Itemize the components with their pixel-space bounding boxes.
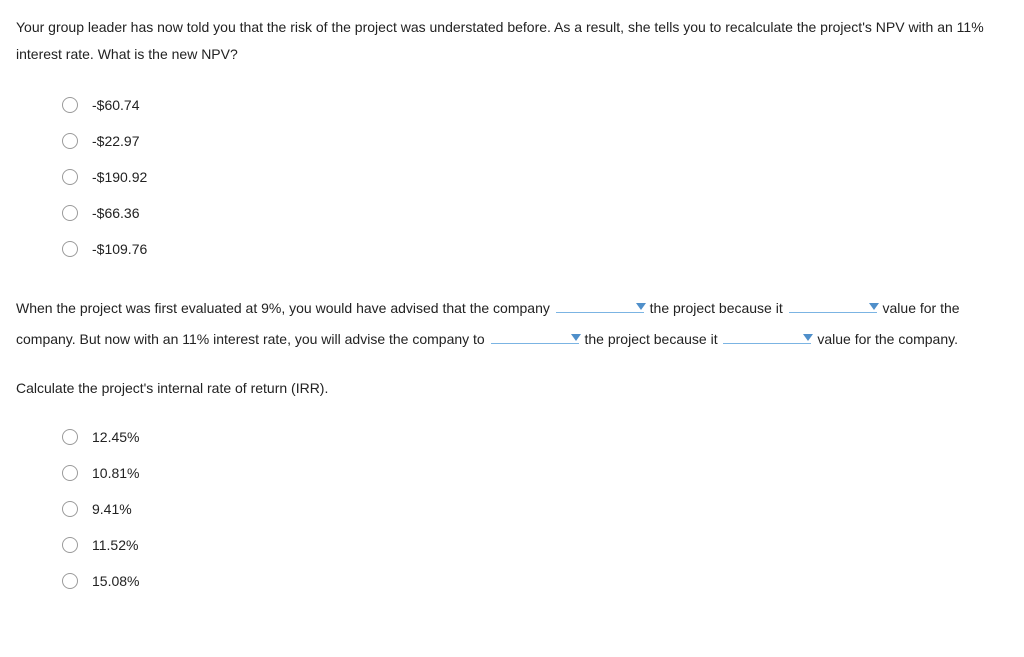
radio-icon <box>62 205 78 221</box>
radio-option[interactable]: 15.08% <box>62 563 1008 599</box>
chevron-down-icon <box>571 334 581 341</box>
option-label: -$22.97 <box>92 128 139 155</box>
option-label: 10.81% <box>92 460 139 487</box>
radio-icon <box>62 429 78 445</box>
q2-text-5: value for the company. <box>817 331 958 347</box>
q3-options: 12.45% 10.81% 9.41% 11.52% 15.08% <box>16 419 1008 599</box>
radio-option[interactable]: -$109.76 <box>62 231 1008 267</box>
q2-fill-paragraph: When the project was first evaluated at … <box>16 293 1008 355</box>
radio-icon <box>62 465 78 481</box>
option-label: 15.08% <box>92 568 139 595</box>
q2-text-4: the project because it <box>585 331 722 347</box>
chevron-down-icon <box>869 303 879 310</box>
option-label: -$109.76 <box>92 236 147 263</box>
radio-icon <box>62 133 78 149</box>
option-label: -$66.36 <box>92 200 139 227</box>
q1-prompt: Your group leader has now told you that … <box>16 14 1008 67</box>
dropdown-blank-3[interactable] <box>491 343 579 344</box>
dropdown-blank-1[interactable] <box>556 312 644 313</box>
option-label: -$60.74 <box>92 92 139 119</box>
q1-options: -$60.74 -$22.97 -$190.92 -$66.36 -$109.7… <box>16 87 1008 267</box>
radio-option[interactable]: 12.45% <box>62 419 1008 455</box>
radio-icon <box>62 241 78 257</box>
radio-option[interactable]: 11.52% <box>62 527 1008 563</box>
dropdown-blank-2[interactable] <box>789 312 877 313</box>
option-label: 11.52% <box>92 532 138 559</box>
q2-text-1: When the project was first evaluated at … <box>16 300 554 316</box>
radio-option[interactable]: 9.41% <box>62 491 1008 527</box>
chevron-down-icon <box>803 334 813 341</box>
radio-icon <box>62 501 78 517</box>
radio-option[interactable]: -$22.97 <box>62 123 1008 159</box>
chevron-down-icon <box>636 303 646 310</box>
radio-icon <box>62 97 78 113</box>
radio-option[interactable]: -$66.36 <box>62 195 1008 231</box>
radio-option[interactable]: 10.81% <box>62 455 1008 491</box>
radio-option[interactable]: -$190.92 <box>62 159 1008 195</box>
option-label: -$190.92 <box>92 164 147 191</box>
radio-icon <box>62 573 78 589</box>
dropdown-blank-4[interactable] <box>723 343 811 344</box>
q2-text-2: the project because it <box>650 300 787 316</box>
radio-icon <box>62 537 78 553</box>
radio-icon <box>62 169 78 185</box>
option-label: 9.41% <box>92 496 132 523</box>
radio-option[interactable]: -$60.74 <box>62 87 1008 123</box>
option-label: 12.45% <box>92 424 139 451</box>
q3-prompt: Calculate the project's internal rate of… <box>16 375 1008 402</box>
